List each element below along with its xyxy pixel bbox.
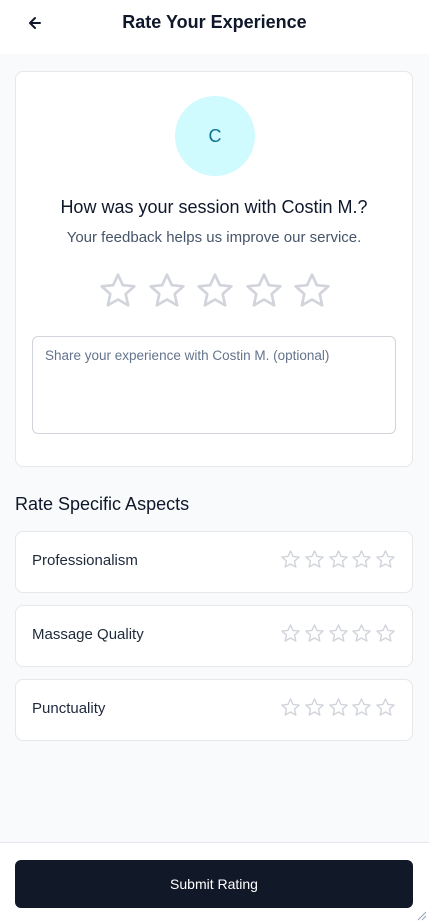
- star-icon[interactable]: [375, 549, 396, 570]
- star-icon[interactable]: [280, 549, 301, 570]
- submit-rating-button[interactable]: Submit Rating: [15, 860, 413, 908]
- star-icon[interactable]: [292, 271, 332, 311]
- star-icon[interactable]: [351, 623, 372, 644]
- star-icon[interactable]: [304, 549, 325, 570]
- star-icon[interactable]: [328, 549, 349, 570]
- session-rating-card: C How was your session with Costin M.? Y…: [15, 71, 413, 467]
- rate-experience-screen: Rate Your Experience C How was your sess…: [0, 0, 429, 923]
- aspect-label: Professionalism: [32, 552, 138, 569]
- star-icon[interactable]: [195, 271, 235, 311]
- star-icon[interactable]: [244, 271, 284, 311]
- avatar: C: [175, 96, 255, 176]
- star-icon[interactable]: [375, 623, 396, 644]
- star-icon[interactable]: [375, 697, 396, 718]
- aspects-section-title: Rate Specific Aspects: [15, 494, 190, 514]
- aspect-star-rating: [280, 697, 396, 719]
- star-icon[interactable]: [304, 623, 325, 644]
- star-icon[interactable]: [304, 697, 325, 718]
- rating-question: How was your session with Costin M.?: [60, 197, 368, 217]
- aspect-label: Punctuality: [32, 700, 106, 717]
- aspect-card-professionalism: Professionalism: [15, 531, 413, 593]
- star-icon[interactable]: [280, 623, 301, 644]
- aspect-star-rating: [280, 623, 396, 645]
- star-icon[interactable]: [98, 271, 138, 311]
- avatar-initial: C: [208, 125, 222, 146]
- star-icon[interactable]: [351, 549, 372, 570]
- overall-star-rating: [98, 271, 332, 315]
- aspect-star-rating: [280, 549, 396, 571]
- star-icon[interactable]: [328, 623, 349, 644]
- feedback-textarea[interactable]: [32, 336, 396, 434]
- aspect-card-massage-quality: Massage Quality: [15, 605, 413, 667]
- rating-subtext: Your feedback helps us improve our servi…: [66, 229, 362, 246]
- star-icon[interactable]: [328, 697, 349, 718]
- header: Rate Your Experience: [0, 0, 429, 54]
- page-title: Rate Your Experience: [122, 12, 307, 32]
- star-icon[interactable]: [280, 697, 301, 718]
- star-icon[interactable]: [351, 697, 372, 718]
- aspect-label: Massage Quality: [32, 626, 144, 643]
- star-icon[interactable]: [147, 271, 187, 311]
- footer: Submit Rating: [0, 842, 429, 923]
- aspect-card-punctuality: Punctuality: [15, 679, 413, 741]
- resize-grip-icon[interactable]: [415, 909, 427, 921]
